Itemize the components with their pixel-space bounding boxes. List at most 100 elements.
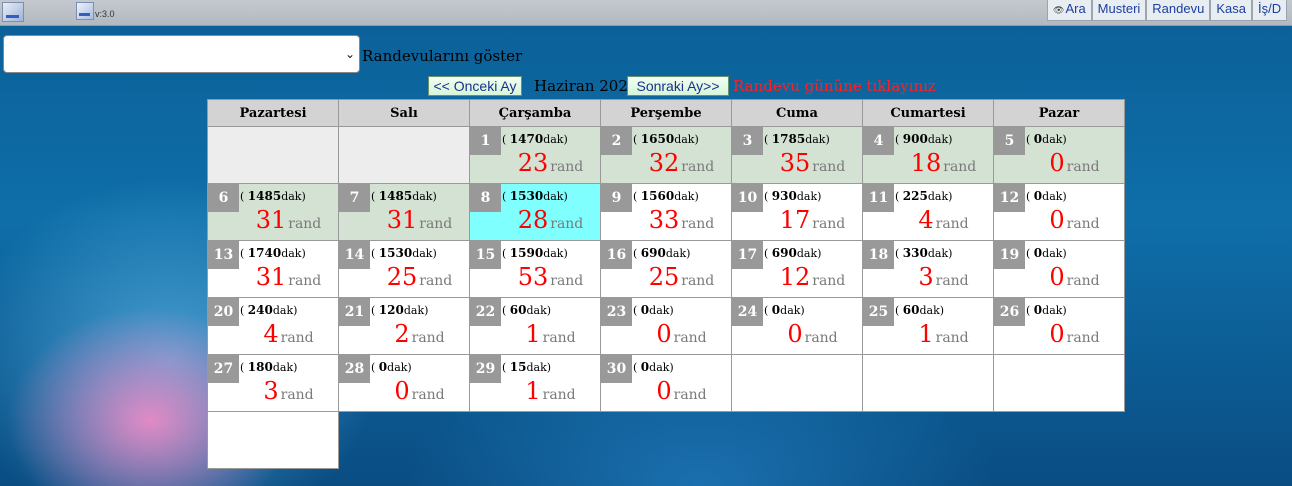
minutes-open-paren: ( [240, 361, 245, 374]
calendar-day-cell[interactable]: 29( 15dak) 1 rand [469, 354, 601, 412]
appointment-count: 25 rand [370, 263, 469, 291]
appointment-count: 53 rand [501, 263, 600, 291]
minutes-value: 690 [640, 246, 666, 260]
minutes-unit: dak) [272, 304, 298, 317]
calendar-day-cell[interactable]: 19( 0dak) 0 rand [993, 240, 1125, 298]
minutes-unit: dak) [927, 247, 953, 260]
booked-minutes: ( 1530dak) [502, 189, 568, 203]
day-number: 23 [601, 298, 632, 326]
calendar-day-cell[interactable]: 26( 0dak) 0 rand [993, 297, 1125, 355]
minutes-unit: dak) [919, 304, 945, 317]
calendar-day-cell[interactable]: 5( 0dak) 0 rand [993, 126, 1125, 184]
day-number: 26 [994, 298, 1025, 326]
calendar-empty-cell [338, 126, 470, 184]
top-nav: Ara Musteri Randevu Kasa İş/D [1047, 0, 1288, 22]
booked-minutes: ( 1485dak) [240, 189, 306, 203]
day-number: 30 [601, 355, 632, 383]
calendar-day-cell[interactable]: 4( 900dak) 18 rand [862, 126, 994, 184]
next-month-button[interactable]: Sonraki Ay>> [627, 76, 729, 96]
appointment-count-value: 0 [1049, 320, 1065, 348]
calendar-day-cell[interactable]: 2( 1650dak) 32 rand [600, 126, 732, 184]
calendar-day-cell[interactable]: 13( 1740dak) 31 rand [207, 240, 339, 298]
appointment-count-value: 1 [918, 320, 934, 348]
calendar-day-cell[interactable]: 10( 930dak) 17 rand [731, 183, 863, 241]
calendar-day-cell[interactable]: 23( 0dak) 0 rand [600, 297, 732, 355]
booked-minutes: ( 900dak) [895, 132, 952, 146]
appointment-count: 4 rand [894, 206, 993, 234]
appointment-owner-select[interactable]: ⌄ [3, 35, 360, 73]
minutes-unit: dak) [387, 361, 412, 374]
nav-cashbox-link[interactable]: Kasa [1210, 0, 1252, 21]
appointment-count-value: 0 [656, 320, 672, 348]
appointment-count: 0 rand [370, 377, 469, 405]
appointment-count-value: 31 [255, 263, 287, 291]
calendar-day-cell[interactable]: 7( 1485dak) 31 rand [338, 183, 470, 241]
appointment-count-value: 18 [910, 149, 942, 177]
app-logo-small-icon[interactable] [76, 2, 94, 20]
appointment-count: 0 rand [1025, 263, 1124, 291]
minutes-open-paren: ( [240, 190, 245, 203]
appointment-count-value: 28 [517, 206, 549, 234]
appointment-count-unit: rand [542, 387, 576, 403]
app-logo-icon[interactable] [2, 2, 24, 22]
appointment-count: 0 rand [1025, 320, 1124, 348]
appointment-count-value: 2 [394, 320, 410, 348]
appointment-count-unit: rand [812, 216, 846, 232]
calendar-day-cell[interactable]: 22( 60dak) 1 rand [469, 297, 601, 355]
appointment-count: 2 rand [370, 320, 469, 348]
day-number: 18 [863, 241, 894, 269]
nav-customer-link[interactable]: Musteri [1091, 0, 1147, 21]
calendar-day-cell[interactable]: 27( 180dak) 3 rand [207, 354, 339, 412]
appointment-count-unit: rand [550, 159, 584, 175]
calendar-day-cell[interactable]: 14( 1530dak) 25 rand [338, 240, 470, 298]
calendar-day-cell[interactable]: 30( 0dak) 0 rand [600, 354, 732, 412]
booked-minutes: ( 0dak) [1026, 303, 1067, 317]
appointment-count-unit: rand [550, 273, 584, 289]
nav-search-link[interactable]: Ara [1047, 0, 1092, 21]
minutes-unit: dak) [1042, 304, 1067, 317]
booked-minutes: ( 0dak) [633, 360, 674, 374]
minutes-unit: dak) [543, 190, 568, 203]
minutes-unit: dak) [780, 304, 805, 317]
calendar-day-cell[interactable]: 15( 1590dak) 53 rand [469, 240, 601, 298]
prev-month-button[interactable]: << Onceki Ay [428, 76, 522, 96]
appointment-count: 32 rand [632, 149, 731, 177]
nav-work-link[interactable]: İş/D [1251, 0, 1288, 21]
appointment-count-value: 32 [648, 149, 680, 177]
appointment-count-unit: rand [943, 159, 977, 175]
calendar-day-cell[interactable]: 21( 120dak) 2 rand [338, 297, 470, 355]
calendar-day-cell[interactable]: 3( 1785dak) 35 rand [731, 126, 863, 184]
calendar-day-cell[interactable]: 24( 0dak) 0 rand [731, 297, 863, 355]
minutes-value: 0 [1033, 132, 1043, 146]
appointment-count: 17 rand [763, 206, 862, 234]
calendar-day-cell[interactable]: 1( 1470dak) 23 rand [469, 126, 601, 184]
booked-minutes: ( 0dak) [764, 303, 805, 317]
calendar-day-cell[interactable]: 12( 0dak) 0 rand [993, 183, 1125, 241]
calendar-day-cell[interactable]: 16( 690dak) 25 rand [600, 240, 732, 298]
minutes-value: 1740 [247, 246, 282, 260]
minutes-value: 1785 [771, 132, 806, 146]
appointment-count-unit: rand [681, 216, 715, 232]
calendar-day-cell[interactable]: 6( 1485dak) 31 rand [207, 183, 339, 241]
calendar-day-cell[interactable]: 25( 60dak) 1 rand [862, 297, 994, 355]
calendar-blank-cell [993, 354, 1125, 412]
calendar-day-cell[interactable]: 20( 240dak) 4 rand [207, 297, 339, 355]
booked-minutes: ( 0dak) [1026, 189, 1067, 203]
appointment-count-value: 23 [517, 149, 549, 177]
calendar-day-cell[interactable]: 17( 690dak) 12 rand [731, 240, 863, 298]
calendar-day-cell[interactable]: 18( 330dak) 3 rand [862, 240, 994, 298]
appointment-count-unit: rand [419, 273, 453, 289]
minutes-value: 1590 [509, 246, 544, 260]
calendar-day-cell[interactable]: 9( 1560dak) 33 rand [600, 183, 732, 241]
calendar-day-cell[interactable]: 8( 1530dak) 28 rand [469, 183, 601, 241]
minutes-open-paren: ( [764, 247, 769, 260]
appointment-count-unit: rand [550, 216, 584, 232]
appointment-count-value: 53 [517, 263, 549, 291]
nav-appointment-link[interactable]: Randevu [1146, 0, 1211, 21]
booked-minutes: ( 1590dak) [502, 246, 568, 260]
month-title: Haziran 2022 [534, 77, 638, 95]
appointment-count-value: 33 [648, 206, 680, 234]
minutes-value: 930 [771, 189, 797, 203]
calendar-day-cell[interactable]: 11( 225dak) 4 rand [862, 183, 994, 241]
calendar-day-cell[interactable]: 28( 0dak) 0 rand [338, 354, 470, 412]
